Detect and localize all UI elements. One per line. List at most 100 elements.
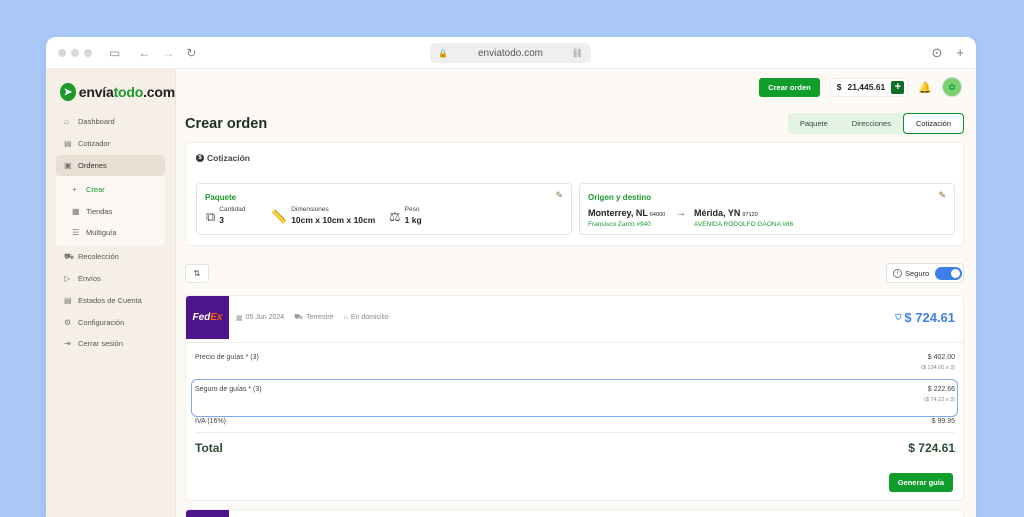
seguro-toggle[interactable] [935,266,963,280]
divider [195,432,955,433]
download-icon[interactable]: ⊙ [932,45,943,61]
sort-button[interactable]: ⇅ [185,264,209,283]
dest-city: Mérida, YN [694,208,741,218]
title-row: Crear orden Paquete Direcciones Cotizaci… [185,113,964,134]
quote-summary-card: $ Cotización Paquete ✎ ⧉ Cantidad 3 📏 Dim… [185,142,964,246]
store-icon: ▦ [72,206,80,216]
seguro-label: Seguro [905,268,930,278]
list-icon: ☰ [72,228,80,238]
cantidad-value: 3 [219,215,225,225]
logo-mark-icon: ➤ [60,83,76,101]
avatar[interactable]: ✿ [942,77,962,97]
sidebar-nav: ⌂ Dashboard ▤ Cotizador ▣ Ordenes + Crear ▦ T… [46,111,175,355]
currency-symbol: $ [836,82,842,92]
sidebar-item-cotizador[interactable]: ▤ Cotizador [56,133,165,155]
sidebar-item-crear[interactable]: + Crear [56,178,165,200]
calendar-icon: ▦ [236,314,243,322]
browser-window: ▭ ← → ↻ 🔒 enviatodo.com ⛓ ⊙ + ➤ envíatod… [46,37,976,517]
window-dot[interactable] [84,48,92,57]
rate-price: ⛉ $ 724.61 [895,310,955,325]
forward-icon[interactable]: → [162,46,174,60]
origin: Monterrey, NL 64000 Fransisco Zarco #940 [588,208,665,228]
sidebar-item-multiguia[interactable]: ☰ Multiguía [56,222,165,244]
sidebar-item-configuracion[interactable]: ⚙ Configuración [56,311,165,333]
boxes-icon: ⧉ [206,209,216,224]
cantidad-item: ⧉ Cantidad 3 [206,206,246,225]
dest-street: AVENIDA RODOLFO GAONA #86 [694,221,794,228]
next-rate-card [185,509,964,517]
sidebar-item-cerrar-sesion[interactable]: ⇥ Cerrar sesión [56,333,165,355]
sidebar-item-dashboard[interactable]: ⌂ Dashboard [56,111,165,133]
divider [186,342,963,343]
logo[interactable]: ➤ envíatodo.com [46,69,175,105]
address-bar[interactable]: 🔒 enviatodo.com ⛓ [430,43,591,63]
service-meta: ⛟ Terrestre [294,314,334,321]
sort-icon: ⇅ [193,269,201,278]
new-tab-icon[interactable]: + [956,45,964,61]
window-dot[interactable] [58,48,66,57]
logo-text: envíatodo.com [78,84,175,100]
generate-guide-button[interactable]: Generar guía [888,473,953,492]
edit-package-icon[interactable]: ✎ [555,190,563,201]
truck-icon: ⛟ [64,251,75,261]
total-value: $ 724.61 [908,441,955,455]
home-icon: ⌂ [64,117,69,127]
dimensiones-value: 10cm x 10cm x 10cm [291,215,376,225]
top-bar: Crear orden $ 21,445.61 + 🔔 ✿ [176,69,976,105]
package-title: Paquete [205,193,237,202]
reload-icon[interactable]: ↻ [186,46,196,60]
route-box: Origen y destino ✎ Monterrey, NL 64000 Fr… [579,183,955,235]
iva-row: IVA (16%) $ 99.95 [195,418,955,425]
logout-icon: ⇥ [64,339,71,349]
ordenes-submenu: + Crear ▦ Tiendas ☰ Multiguía [56,176,165,246]
sidebar-toggle-icon[interactable]: ▭ [109,46,120,60]
add-funds-button[interactable]: + [891,80,905,94]
box-icon: ▣ [64,160,72,170]
peso-value: 1 kg [404,215,422,225]
tab-direcciones[interactable]: Direcciones [840,113,903,134]
carrier-logo [186,510,229,517]
sidebar-item-estados-de-cuenta[interactable]: ▤ Estados de Cuenta [56,289,165,311]
arrow-right-icon: → [676,208,686,219]
create-order-button[interactable]: Crear orden [759,77,820,97]
sidebar-item-recoleccion[interactable]: ⛟ Recolección [56,246,165,268]
tab-cotizacion[interactable]: Cotización [902,113,964,134]
page-title: Crear orden [185,115,268,132]
gear-icon: ⚙ [64,317,72,327]
origin-zip: 64000 [649,212,666,218]
sidebar-item-ordenes[interactable]: ▣ Ordenes [56,154,165,177]
dollar-icon: $ [196,154,204,162]
seguro-row-highlight [191,379,958,417]
package-box: Paquete ✎ ⧉ Cantidad 3 📏 Dimensiones 10cm … [196,183,572,235]
tab-paquete[interactable]: Paquete [788,113,840,134]
shield-icon: ⛉ [895,312,902,322]
origin-city: Monterrey, NL [588,208,648,218]
rate-card: Fed Ex ▦ 05 Jun 2024 ⛟ Terrestre ⌂ En domici… [185,295,964,501]
balance-widget: $ 21,445.61 + [829,77,909,97]
browser-chrome: ▭ ← → ↻ 🔒 enviatodo.com ⛓ ⊙ + [46,37,976,69]
edit-route-icon[interactable]: ✎ [938,190,946,201]
sidebar-item-envios[interactable]: ▷ Envíos [56,268,165,290]
app: ➤ envíatodo.com ⌂ Dashboard ▤ Cotizador ▣ O… [46,69,976,517]
window-dot[interactable] [71,48,79,57]
date-meta: ▦ 05 Jun 2024 [236,314,285,322]
weight-icon: ⚖ [389,209,401,224]
truck-icon: ⛟ [294,314,303,321]
fedex-logo: Fed Ex [186,296,229,339]
quote-heading: $ Cotización [186,143,963,163]
origin-street: Fransisco Zarco #940 [588,221,651,228]
total-row: Total $ 724.61 [195,441,955,455]
back-icon[interactable]: ← [138,46,150,60]
sidebar-item-tiendas[interactable]: ▦ Tiendas [56,200,165,222]
document-icon: ▤ [64,139,72,149]
delivery-meta: ⌂ En domicilio [343,314,389,321]
guias-row: Precio de guías * (3) $ 402.00 ($ 134.00… [195,354,955,371]
url-text: enviatodo.com [477,47,544,59]
seguro-toggle-group: i Seguro [886,263,964,283]
info-icon: i [893,268,902,278]
send-icon: ▷ [64,273,71,283]
link-icon[interactable]: ⛓ [572,48,583,59]
bell-icon[interactable]: 🔔 [918,81,932,94]
sidebar: ➤ envíatodo.com ⌂ Dashboard ▤ Cotizador ▣ O… [46,69,176,517]
destination: Mérida, YN 97120 AVENIDA RODOLFO GAONA #8… [694,208,793,228]
